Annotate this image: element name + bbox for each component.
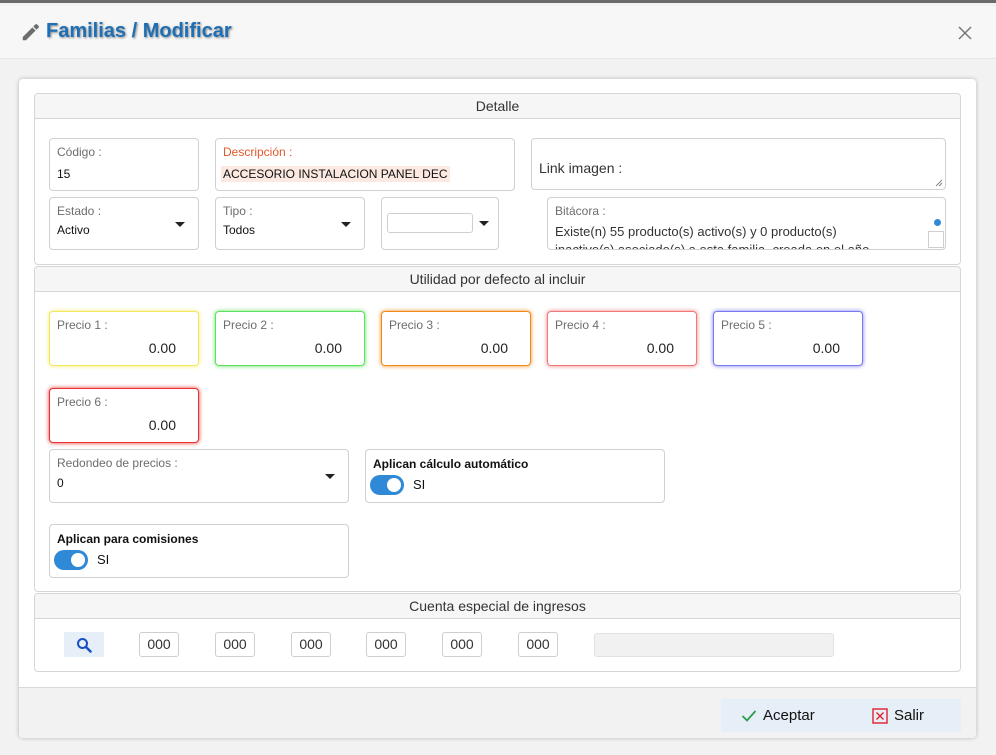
codigo-value: 15 bbox=[57, 167, 71, 181]
estado-label: Estado : bbox=[57, 204, 102, 218]
exit-label: Salir bbox=[894, 707, 925, 724]
tipo-label: Tipo : bbox=[223, 204, 253, 218]
close-icon[interactable] bbox=[958, 26, 972, 40]
precio-6-label: Precio 6 : bbox=[57, 395, 108, 409]
modal-header: Familias / Modificar bbox=[0, 6, 996, 59]
precio-6-field[interactable]: Precio 6 : 0.00 bbox=[49, 388, 199, 443]
precio-4-label: Precio 4 : bbox=[555, 318, 606, 332]
footer-button-bar: Aceptar Salir bbox=[721, 699, 961, 732]
account-segment-1[interactable]: 000 bbox=[139, 632, 179, 657]
precio-2-field[interactable]: Precio 2 : 0.00 bbox=[215, 311, 365, 366]
bitacora-line-2: inactivo(s) asociado(s) a esta familia, … bbox=[555, 242, 870, 250]
account-segment-4[interactable]: 000 bbox=[366, 632, 406, 657]
calculo-automatico-state: SI bbox=[413, 477, 426, 492]
precio-3-value: 0.00 bbox=[480, 340, 508, 356]
precio-5-value: 0.00 bbox=[812, 340, 840, 356]
precio-4-value: 0.00 bbox=[646, 340, 674, 356]
account-segment-6[interactable]: 000 bbox=[518, 632, 558, 657]
redondeo-value: 0 bbox=[57, 476, 64, 490]
tipo-select[interactable]: Tipo : Todos bbox=[215, 197, 365, 250]
calculo-automatico-label: Aplican cálculo automático bbox=[373, 457, 529, 471]
descripcion-field[interactable]: Descripción : ACCESORIO INSTALACION PANE… bbox=[215, 138, 515, 191]
account-segment-3[interactable]: 000 bbox=[291, 632, 331, 657]
link-imagen-field[interactable]: Link imagen : bbox=[531, 138, 946, 190]
search-button[interactable] bbox=[64, 632, 104, 657]
search-icon bbox=[77, 637, 92, 653]
precio-2-value: 0.00 bbox=[314, 340, 342, 356]
precio-4-field[interactable]: Precio 4 : 0.00 bbox=[547, 311, 697, 366]
precio-1-field[interactable]: Precio 1 : 0.00 bbox=[49, 311, 199, 366]
precio-6-value: 0.00 bbox=[148, 417, 176, 433]
bitacora-label: Bitácora : bbox=[555, 204, 606, 218]
codigo-field[interactable]: Código : 15 bbox=[49, 138, 199, 191]
comisiones-toggle[interactable] bbox=[54, 550, 88, 570]
descripcion-value: ACCESORIO INSTALACION PANEL DEC bbox=[221, 166, 450, 182]
estado-value: Activo bbox=[57, 223, 90, 237]
precio-5-field[interactable]: Precio 5 : 0.00 bbox=[713, 311, 863, 366]
extra-select-input[interactable] bbox=[387, 213, 473, 233]
chevron-down-icon bbox=[341, 222, 351, 227]
account-segment-5[interactable]: 000 bbox=[442, 632, 482, 657]
descripcion-label: Descripción : bbox=[223, 145, 293, 159]
account-segment-2[interactable]: 000 bbox=[215, 632, 255, 657]
calculo-automatico-toggle[interactable] bbox=[370, 475, 404, 495]
chevron-down-icon bbox=[479, 221, 489, 226]
section-cuenta-heading: Cuenta especial de ingresos bbox=[35, 594, 960, 619]
comisiones-box: Aplican para comisiones SI bbox=[49, 524, 349, 578]
precio-3-field[interactable]: Precio 3 : 0.00 bbox=[381, 311, 531, 366]
close-box-icon bbox=[872, 707, 888, 724]
check-icon bbox=[741, 709, 757, 722]
modal-dialog: Familias / Modificar Detalle Código : 15… bbox=[0, 0, 996, 755]
title-group: Familias / Modificar bbox=[20, 20, 232, 43]
resize-handle-icon[interactable] bbox=[935, 179, 943, 187]
dialog-title: Familias / Modificar bbox=[46, 20, 232, 42]
extra-select[interactable] bbox=[381, 197, 499, 250]
accept-button[interactable]: Aceptar bbox=[741, 699, 815, 732]
chevron-down-icon bbox=[325, 474, 335, 479]
resize-handle-icon[interactable] bbox=[928, 231, 944, 248]
section-detalle-heading: Detalle bbox=[35, 94, 960, 119]
chevron-down-icon bbox=[175, 222, 185, 227]
scroll-indicator[interactable] bbox=[934, 219, 941, 226]
redondeo-label: Redondeo de precios : bbox=[57, 456, 178, 470]
precio-2-label: Precio 2 : bbox=[223, 318, 274, 332]
tipo-value: Todos bbox=[223, 223, 256, 237]
estado-select[interactable]: Estado : Activo bbox=[49, 197, 199, 250]
precio-1-value: 0.00 bbox=[148, 340, 176, 356]
bitacora-field[interactable]: Bitácora : Existe(n) 55 producto(s) acti… bbox=[547, 197, 946, 250]
section-utilidad-heading: Utilidad por defecto al incluir bbox=[35, 267, 960, 292]
comisiones-state: SI bbox=[97, 552, 110, 567]
precio-3-label: Precio 3 : bbox=[389, 318, 440, 332]
bitacora-line-1: Existe(n) 55 producto(s) activo(s) y 0 p… bbox=[555, 224, 837, 239]
precio-1-label: Precio 1 : bbox=[57, 318, 108, 332]
redondeo-select[interactable]: Redondeo de precios : 0 bbox=[49, 449, 349, 503]
calculo-automatico-box: Aplican cálculo automático SI bbox=[365, 449, 665, 503]
link-imagen-label: Link imagen : bbox=[539, 160, 623, 176]
exit-button[interactable]: Salir bbox=[872, 699, 924, 732]
precio-5-label: Precio 5 : bbox=[721, 318, 772, 332]
comisiones-label: Aplican para comisiones bbox=[57, 532, 199, 546]
accept-label: Aceptar bbox=[763, 707, 815, 724]
account-description-field bbox=[594, 633, 834, 657]
pencil-icon bbox=[22, 23, 39, 40]
codigo-label: Código : bbox=[57, 145, 102, 159]
